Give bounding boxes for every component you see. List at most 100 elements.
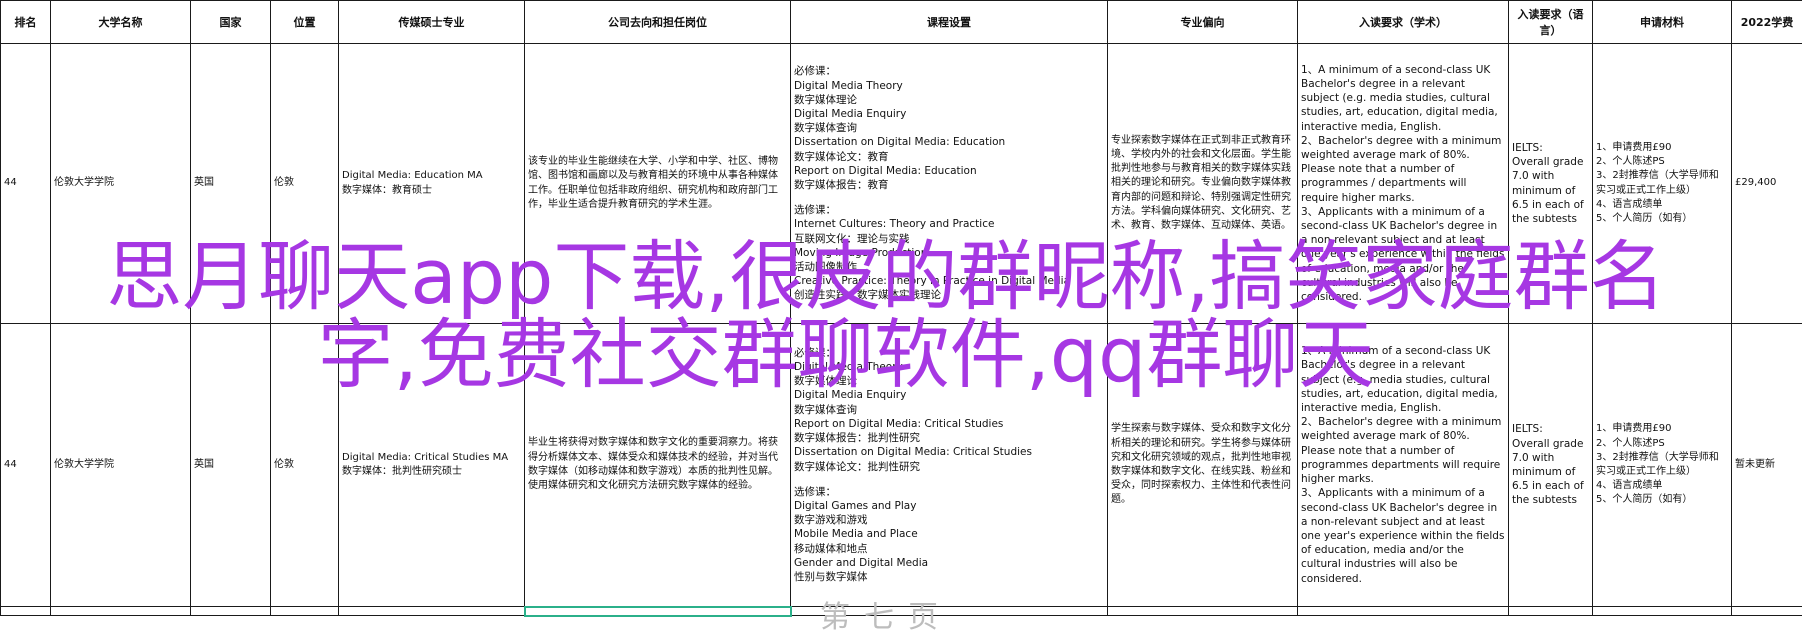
cell-careers[interactable]: 毕业生将获得对数字媒体和数字文化的重要洞察力。将获得分析媒体文本、媒体受众和媒体…	[525, 324, 791, 607]
cell-materials[interactable]: 1、申请费用£90 2、个人陈述PS 3、2封推荐信（大学导师和实习或正式工作上…	[1593, 324, 1732, 607]
cell-university[interactable]: 伦敦大学学院	[51, 324, 191, 607]
course-line: 互联网文化：理论与实践	[794, 232, 1104, 246]
empty-cell[interactable]	[271, 607, 339, 616]
course-gap	[794, 474, 1104, 485]
course-line: 数字媒体理论	[794, 374, 1104, 388]
cell-focus[interactable]: 专业探索数字媒体在正式到非正式教育环境、学校内外的社会和文化层面。学生能批判性地…	[1108, 44, 1298, 324]
course-line: Digital Media Enquiry	[794, 107, 1104, 121]
course-line: 选修课：	[794, 485, 1104, 499]
empty-cell[interactable]	[1108, 607, 1298, 616]
material-item: 1、申请费用£90	[1596, 141, 1728, 155]
cell-language-req[interactable]: IELTS: Overall grade 7.0 with minimum of…	[1509, 324, 1593, 607]
col-header-program[interactable]: 传媒硕士专业	[339, 1, 525, 44]
col-header-location[interactable]: 位置	[271, 1, 339, 44]
cell-academic-req[interactable]: 1、A minimum of a second-class UK Bachelo…	[1298, 44, 1509, 324]
material-item: 4、语言成绩单	[1596, 198, 1728, 212]
material-item: 1、申请费用£90	[1596, 422, 1728, 436]
cell-university[interactable]: 伦敦大学学院	[51, 44, 191, 324]
course-line: 活动图像制作	[794, 260, 1104, 274]
program-name-en: Digital Media: Education MA	[342, 169, 521, 183]
cell-rank[interactable]: 44	[1, 44, 51, 324]
empty-cell[interactable]	[1732, 607, 1802, 616]
col-header-courses[interactable]: 课程设置	[791, 1, 1108, 44]
course-line: 数字媒体报告：教育	[794, 178, 1104, 192]
course-line: Creative Practice: Theory in Practice in…	[794, 274, 1104, 288]
course-line: 选修课：	[794, 203, 1104, 217]
cell-location[interactable]: 伦敦	[271, 324, 339, 607]
course-line: 数字媒体查询	[794, 121, 1104, 135]
academic-req-item: 1、A minimum of a second-class UK Bachelo…	[1301, 344, 1505, 415]
header-row: 排名 大学名称 国家 位置 传媒硕士专业 公司去向和担任岗位 课程设置 专业偏向…	[1, 1, 1802, 44]
course-line: Digital Games and Play	[794, 499, 1104, 513]
col-header-language-req[interactable]: 入读要求（语言）	[1509, 1, 1593, 44]
course-line: 数字媒体报告：批判性研究	[794, 431, 1104, 445]
empty-cell[interactable]	[1509, 607, 1593, 616]
program-name-zh: 数字媒体：教育硕士	[342, 184, 521, 198]
careers-text: 该专业的毕业生能继续在大学、小学和中学、社区、博物馆、图书馆和画廊以及与教育相关…	[528, 155, 787, 212]
program-name-zh: 数字媒体：批判性研究硕士	[342, 465, 521, 479]
academic-req-item: 2、Bachelor's degree with a minimum weigh…	[1301, 134, 1505, 205]
cell-focus[interactable]: 学生探索与数字媒体、受众和数字文化分析相关的理论和研究。学生将参与媒体研究和文化…	[1108, 324, 1298, 607]
col-header-tuition[interactable]: 2022学费	[1732, 1, 1802, 44]
empty-cell[interactable]	[339, 607, 525, 616]
material-item: 2、个人陈述PS	[1596, 155, 1728, 169]
course-line: Gender and Digital Media	[794, 556, 1104, 570]
cell-location[interactable]: 伦敦	[271, 44, 339, 324]
cell-academic-req[interactable]: 1、A minimum of a second-class UK Bachelo…	[1298, 324, 1509, 607]
course-line: 必修课：	[794, 346, 1104, 360]
material-item: 5、个人简历（如有）	[1596, 493, 1728, 507]
empty-cell[interactable]	[191, 607, 271, 616]
selected-cell[interactable]	[525, 607, 791, 616]
course-line: Mobile Media and Place	[794, 527, 1104, 541]
course-line: Moving Image Production	[794, 246, 1104, 260]
course-line: Report on Digital Media: Critical Studie…	[794, 417, 1104, 431]
cell-program[interactable]: Digital Media: Critical Studies MA 数字媒体：…	[339, 324, 525, 607]
cell-rank[interactable]: 44	[1, 324, 51, 607]
language-detail: Overall grade 7.0 with minimum of 6.5 in…	[1512, 155, 1589, 226]
cell-country[interactable]: 英国	[191, 44, 271, 324]
table-row: 44 伦敦大学学院 英国 伦敦 Digital Media: Critical …	[1, 324, 1802, 607]
course-line: 数字游戏和游戏	[794, 513, 1104, 527]
cell-courses[interactable]: 必修课： Digital Media Theory 数字媒体理论 Digital…	[791, 44, 1108, 324]
course-line: 数字媒体查询	[794, 403, 1104, 417]
col-header-academic-req[interactable]: 入读要求（学术）	[1298, 1, 1509, 44]
course-line: Digital Media Enquiry	[794, 388, 1104, 402]
col-header-rank[interactable]: 排名	[1, 1, 51, 44]
academic-req-item: 3、Applicants with a minimum of a second-…	[1301, 205, 1505, 304]
course-line: Report on Digital Media: Education	[794, 164, 1104, 178]
course-line: Dissertation on Digital Media: Education	[794, 135, 1104, 149]
course-line: Dissertation on Digital Media: Critical …	[794, 445, 1104, 459]
material-item: 4、语言成绩单	[1596, 479, 1728, 493]
cell-tuition[interactable]: £29,400	[1732, 44, 1802, 324]
col-header-university[interactable]: 大学名称	[51, 1, 191, 44]
course-line: 数字媒体理论	[794, 93, 1104, 107]
empty-cell[interactable]	[1593, 607, 1732, 616]
cell-careers[interactable]: 该专业的毕业生能继续在大学、小学和中学、社区、博物馆、图书馆和画廊以及与教育相关…	[525, 44, 791, 324]
cell-materials[interactable]: 1、申请费用£90 2、个人陈述PS 3、2封推荐信（大学导师和实习或正式工作上…	[1593, 44, 1732, 324]
academic-req-item: 2、Bachelor's degree with a minimum weigh…	[1301, 415, 1505, 486]
material-item: 2、个人陈述PS	[1596, 437, 1728, 451]
material-item: 3、2封推荐信（大学导师和实习或正式工作上级）	[1596, 169, 1728, 197]
empty-cell[interactable]	[51, 607, 191, 616]
col-header-focus[interactable]: 专业偏向	[1108, 1, 1298, 44]
language-detail: Overall grade 7.0 with minimum of 6.5 in…	[1512, 437, 1589, 508]
cell-country[interactable]: 英国	[191, 324, 271, 607]
table-row: 44 伦敦大学学院 英国 伦敦 Digital Media: Education…	[1, 44, 1802, 324]
cell-tuition[interactable]: 暂未更新	[1732, 324, 1802, 607]
cell-courses[interactable]: 必修课： Digital Media Theory 数字媒体理论 Digital…	[791, 324, 1108, 607]
academic-req-item: 1、A minimum of a second-class UK Bachelo…	[1301, 63, 1505, 134]
col-header-careers[interactable]: 公司去向和担任岗位	[525, 1, 791, 44]
empty-cell[interactable]	[1, 607, 51, 616]
course-line: 性别与数字媒体	[794, 570, 1104, 584]
cell-program[interactable]: Digital Media: Education MA 数字媒体：教育硕士	[339, 44, 525, 324]
empty-cell[interactable]	[1298, 607, 1509, 616]
cell-language-req[interactable]: IELTS: Overall grade 7.0 with minimum of…	[1509, 44, 1593, 324]
program-name-en: Digital Media: Critical Studies MA	[342, 451, 521, 465]
col-header-materials[interactable]: 申请材料	[1593, 1, 1732, 44]
course-line: 数字媒体论文：教育	[794, 150, 1104, 164]
academic-req-item: 3、Applicants with a minimum of a second-…	[1301, 486, 1505, 585]
page-footer-ghost-text: 第七页	[820, 592, 952, 636]
material-item: 5、个人简历（如有）	[1596, 212, 1728, 226]
focus-text: 学生探索与数字媒体、受众和数字文化分析相关的理论和研究。学生将参与媒体研究和文化…	[1111, 422, 1294, 507]
col-header-country[interactable]: 国家	[191, 1, 271, 44]
